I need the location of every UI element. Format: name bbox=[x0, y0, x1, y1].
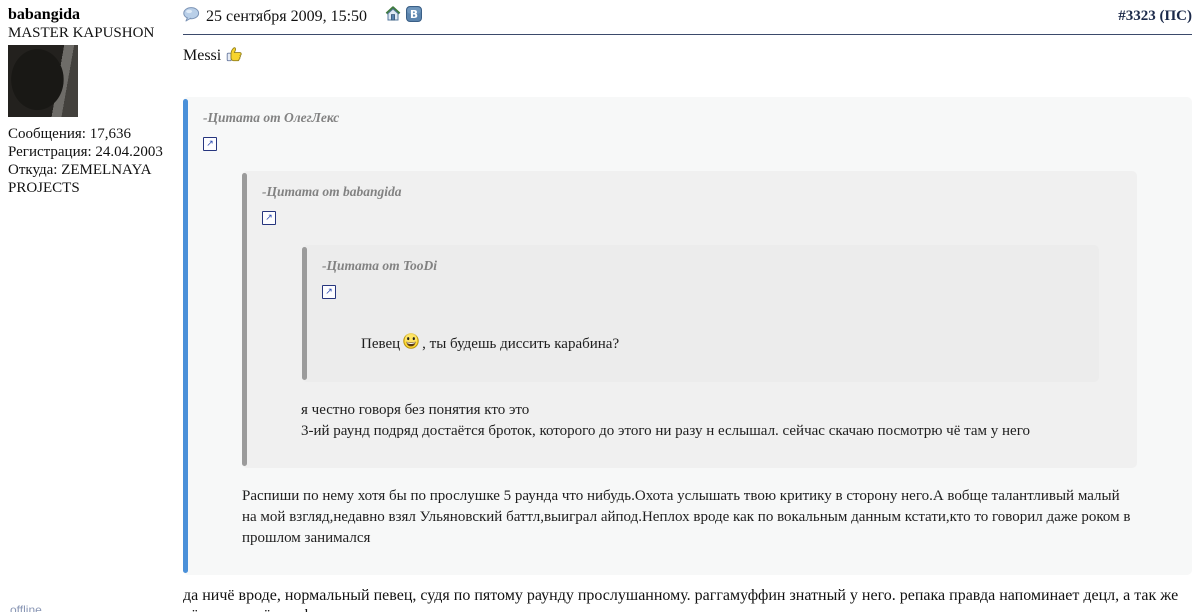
user-location: Откуда: ZEMELNAYA PROJECTS bbox=[8, 162, 151, 196]
post-title-text: Messi bbox=[183, 47, 222, 64]
post-header: 25 сентября 2009, 15:50 B #3323 (ПС) bbox=[183, 6, 1192, 35]
user-messages-count: Сообщения: 17,636 bbox=[8, 126, 131, 142]
post-body-text: да ничё вроде, нормальный певец, судя по… bbox=[183, 587, 1179, 612]
quote-babangida-header: -Цитата от babangida bbox=[262, 184, 402, 199]
post-date: 25 сентября 2009, 15:50 bbox=[206, 7, 368, 25]
biggrin-smiley bbox=[403, 333, 419, 356]
quote-oleglex-header: -Цитата от ОлегЛекс bbox=[203, 110, 340, 125]
quote-oleglex-text: Распиши по нему хотя бы по прослушке 5 р… bbox=[242, 488, 1131, 546]
quote-babangida-line2: 3-ий раунд подряд достаётся броток, кото… bbox=[301, 423, 1030, 439]
speech-bubble-icon bbox=[183, 6, 200, 27]
user-registration-date: Регистрация: 24.04.2003 bbox=[8, 144, 163, 160]
quote-toodi: -Цитата от TooDi ↗ Певец , ты будешь дис… bbox=[302, 245, 1099, 382]
jump-to-post-icon[interactable]: ↗ bbox=[322, 285, 336, 299]
thumbs-up-smiley bbox=[224, 45, 243, 67]
post-number-link[interactable]: #3323 (ПС) bbox=[1118, 8, 1192, 25]
post-title: Messi bbox=[183, 45, 1192, 67]
quote-oleglex: -Цитата от ОлегЛекс ↗ -Цитата от babangi… bbox=[183, 97, 1192, 575]
quote-toodi-text-before: Певец bbox=[361, 336, 401, 352]
forum-post-page: babangida MASTER KAPUSHON Сообщения: 17,… bbox=[0, 0, 1200, 612]
quote-toodi-text-after: , ты будешь диссить карабина? bbox=[422, 336, 620, 352]
home-icon[interactable] bbox=[385, 6, 401, 27]
avatar bbox=[8, 45, 78, 117]
user-info-sidebar: babangida MASTER KAPUSHON Сообщения: 17,… bbox=[8, 6, 178, 197]
post-container: 25 сентября 2009, 15:50 B #3323 (ПС) Mes… bbox=[183, 6, 1192, 612]
quote-babangida-line1: я честно говоря без понятия кто это bbox=[301, 402, 530, 418]
online-status-indicator: offline bbox=[10, 603, 42, 612]
quote-babangida: -Цитата от babangida ↗ -Цитата от TooDi … bbox=[242, 171, 1137, 468]
username-link[interactable]: babangida bbox=[8, 6, 178, 24]
user-title: MASTER KAPUSHON bbox=[8, 25, 155, 41]
jump-to-post-icon[interactable]: ↗ bbox=[203, 137, 217, 151]
quote-toodi-header: -Цитата от TooDi bbox=[322, 258, 438, 273]
jump-to-post-icon[interactable]: ↗ bbox=[262, 211, 276, 225]
svg-text:B: B bbox=[410, 9, 418, 21]
vk-b-icon[interactable]: B bbox=[406, 6, 423, 27]
quote-babangida-text: я честно говоря без понятия кто это 3-ий… bbox=[301, 400, 1077, 442]
quote-toodi-text: Певец , ты будешь диссить карабина? bbox=[361, 333, 1039, 356]
